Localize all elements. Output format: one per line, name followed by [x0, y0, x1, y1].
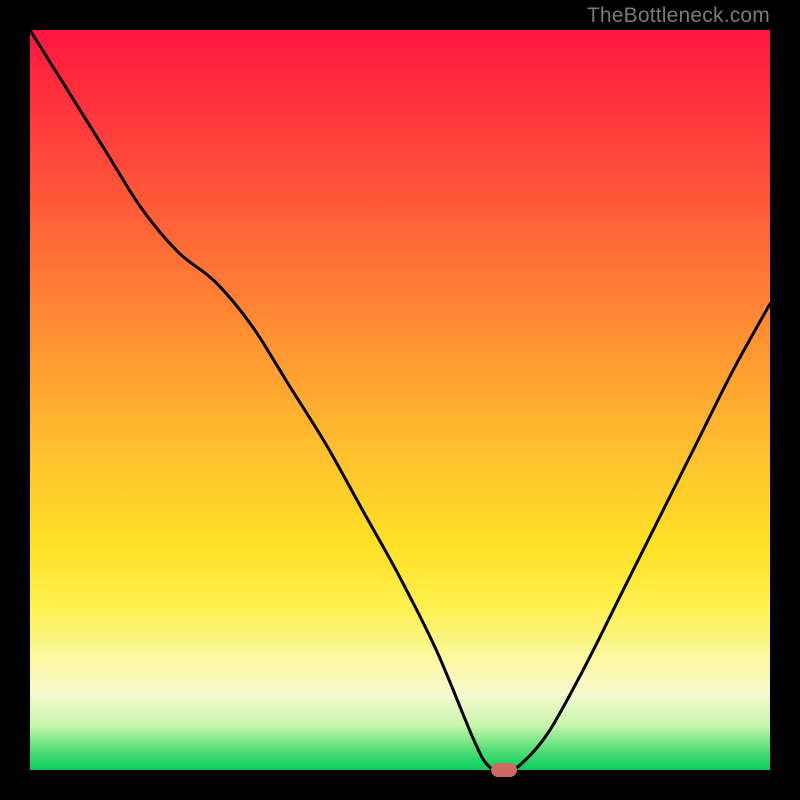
- minimum-marker: [491, 763, 517, 777]
- curve-path: [30, 30, 770, 770]
- watermark-text: TheBottleneck.com: [587, 4, 770, 28]
- plot-area: [30, 30, 770, 770]
- chart-frame: TheBottleneck.com: [0, 0, 800, 800]
- bottleneck-curve: [30, 30, 770, 770]
